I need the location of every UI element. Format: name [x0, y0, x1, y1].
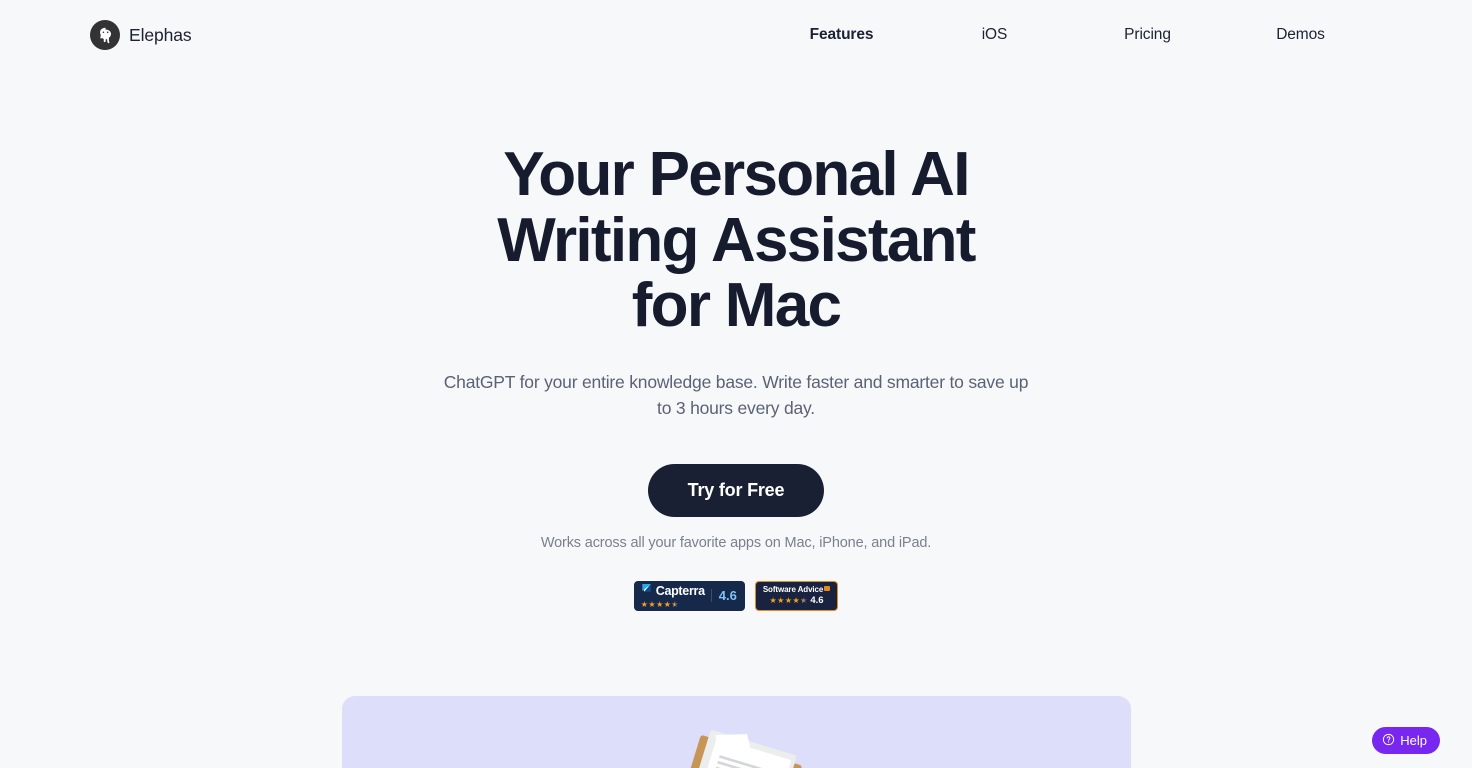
cta-note: Works across all your favorite apps on M…: [540, 534, 932, 551]
capterra-arrow-icon: [641, 582, 654, 600]
star-icon: ★: [648, 600, 656, 610]
main-navigation: Features iOS Pricing Demos: [765, 26, 1377, 44]
software-advice-score: 4.6: [810, 594, 824, 606]
open-book-document-illustration: [662, 718, 812, 768]
star-half-icon: ★: [671, 600, 679, 610]
capterra-wordmark-text: Capterra: [655, 583, 705, 598]
site-header: Elephas Features iOS Pricing Demos: [0, 0, 1472, 70]
capterra-rating-badge[interactable]: Capterra ★ ★ ★ ★ ★ 4.6: [633, 580, 745, 611]
star-half-icon: ★: [800, 595, 808, 605]
question-circle-icon: [1382, 733, 1395, 749]
rating-badges: Capterra ★ ★ ★ ★ ★ 4.6 Software Advice ★: [0, 580, 1472, 611]
star-icon: ★: [777, 595, 785, 605]
capterra-score: 4.6: [710, 589, 737, 603]
nav-item-demos[interactable]: Demos: [1224, 26, 1377, 44]
help-widget-label: Help: [1400, 733, 1427, 748]
hero-section: Your Personal AI Writing Assistant for M…: [0, 70, 1472, 611]
page-title: Your Personal AI Writing Assistant for M…: [497, 140, 976, 341]
software-advice-name: Software Advice: [762, 584, 824, 594]
feature-showcase-panel: [342, 696, 1131, 768]
nav-item-features[interactable]: Features: [765, 26, 918, 44]
software-advice-rating-badge[interactable]: Software Advice ★ ★ ★ ★ ★ 4.6: [754, 580, 839, 611]
brand-logo[interactable]: Elephas: [90, 20, 192, 50]
hero-subtitle: ChatGPT for your entire knowledge base. …: [443, 372, 1029, 419]
brand-name: Elephas: [129, 24, 192, 45]
star-icon: ★: [656, 600, 664, 610]
software-advice-stars: ★ ★ ★ ★ ★: [769, 595, 808, 605]
star-icon: ★: [663, 600, 671, 610]
elephant-logo-icon: [90, 20, 120, 50]
star-icon: ★: [769, 595, 777, 605]
star-icon: ★: [784, 595, 793, 605]
help-widget-button[interactable]: Help: [1372, 727, 1440, 754]
nav-item-pricing[interactable]: Pricing: [1071, 26, 1224, 44]
software-advice-flag-icon: [824, 585, 831, 591]
star-icon: ★: [640, 600, 648, 610]
nav-item-ios[interactable]: iOS: [918, 26, 1071, 44]
capterra-stars: ★ ★ ★ ★ ★: [641, 601, 679, 609]
try-for-free-button[interactable]: Try for Free: [647, 463, 825, 517]
star-icon: ★: [792, 595, 800, 605]
